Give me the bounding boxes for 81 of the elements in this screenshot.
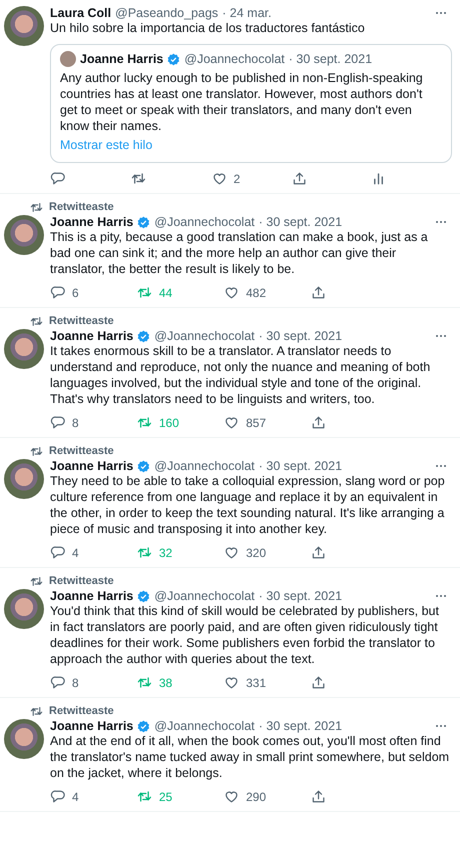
- author-handle[interactable]: @Joannechocolat: [154, 215, 255, 229]
- tweet-text: They need to be able to take a colloquial expression, slang word or pop culture reference from one language and replace it by an equivalent in the other, in order to keep the text sounding natural. It's like arranging a piece of music and transposing it into another key.: [50, 473, 446, 537]
- retweet-icon: [30, 314, 43, 328]
- like-button[interactable]: 482: [224, 283, 311, 302]
- tweet-date[interactable]: · 30 sept. 2021: [258, 215, 342, 229]
- retweet-icon: [137, 545, 152, 560]
- tweet-date[interactable]: · 30 sept. 2021: [258, 719, 342, 733]
- retweet-icon: [30, 200, 43, 214]
- avatar-photo: [60, 51, 76, 67]
- tweet-date[interactable]: · 30 sept. 2021: [258, 589, 342, 603]
- avatar-photo[interactable]: [4, 329, 44, 369]
- author-name[interactable]: Joanne Harris: [50, 329, 134, 343]
- quoted-tweet-card[interactable]: [50, 44, 452, 163]
- reply-icon: [50, 789, 65, 804]
- author-name[interactable]: Laura Coll: [50, 6, 112, 20]
- share-icon: [311, 415, 326, 430]
- share-icon: [311, 789, 326, 804]
- author-handle[interactable]: @Joannechocolat: [154, 589, 255, 603]
- retweet-icon: [30, 574, 43, 588]
- heart-icon: [212, 171, 226, 186]
- tweet-date[interactable]: · 30 sept. 2021: [258, 329, 342, 343]
- retweet-label: Retwitteaste: [49, 445, 114, 457]
- like-button[interactable]: 857: [224, 413, 311, 432]
- heart-icon: [224, 675, 239, 690]
- retweet-label: Retwitteaste: [49, 575, 114, 587]
- tweet-date[interactable]: · 24 mar.: [222, 6, 272, 20]
- retweet-label: Retwitteaste: [49, 315, 114, 327]
- tweet-date[interactable]: · 30 sept. 2021: [258, 459, 342, 473]
- tweet-text: This is a pity, because a good translation can make a book, just as a bad one can sink it; and the more help an author can give their translator, the better the result is likely to be.: [50, 229, 429, 277]
- retweet-icon: [30, 444, 43, 458]
- tweet-text: You'd think that this kind of skill would be celebrated by publishers, but in fact translators are poorly paid, and are often given ridiculously tight deadlines for their work. Some publishers even forbid the translator to approach the author with queries about the text.: [50, 603, 440, 667]
- retweet-label: Retwitteaste: [49, 201, 114, 213]
- author-name[interactable]: Joanne Harris: [50, 719, 134, 733]
- like-button[interactable]: 331: [224, 673, 311, 692]
- share-icon: [311, 285, 326, 300]
- share-icon: [311, 675, 326, 690]
- reply-icon: [50, 285, 65, 300]
- reply-icon: [50, 545, 65, 560]
- avatar-photo[interactable]: [4, 459, 44, 499]
- retweet-label: Retwitteaste: [49, 705, 114, 717]
- like-button[interactable]: 320: [224, 543, 311, 562]
- author-name[interactable]: Joanne Harris: [50, 459, 134, 473]
- reply-icon: [50, 675, 65, 690]
- reply-icon: [50, 171, 65, 186]
- avatar-photo[interactable]: [4, 719, 44, 759]
- heart-icon: [224, 789, 239, 804]
- reply-button[interactable]: 8: [50, 673, 137, 692]
- reply-icon: [50, 415, 65, 430]
- retweet-icon: [137, 675, 152, 690]
- author-handle[interactable]: @Joannechocolat: [184, 52, 285, 66]
- quoted-tweet-text: Any author lucky enough to be published in non-English-speaking countries has at least one translator. However, most authors don't get to meet or speak with their translators, and many don't even know their names.: [60, 70, 424, 134]
- reply-button[interactable]: 8: [50, 413, 137, 432]
- author-name[interactable]: Joanne Harris: [50, 215, 134, 229]
- author-name[interactable]: Joanne Harris: [50, 589, 134, 603]
- author-handle[interactable]: @Joannechocolat: [154, 329, 255, 343]
- author-handle[interactable]: @Joannechocolat: [154, 719, 255, 733]
- like-button[interactable]: 2: [212, 169, 292, 188]
- reply-button[interactable]: 4: [50, 787, 137, 806]
- retweet-icon: [137, 285, 152, 300]
- tweet-text: It takes enormous skill to be a translator. A translator needs to understand and reproduce, not only the nuance and meaning of both languages involved, but the individual style and tone of the original. That's why translators need to be linguists and writers, too.: [50, 343, 432, 407]
- retweet-icon: [137, 789, 152, 804]
- retweet-icon: [130, 171, 146, 186]
- author-handle[interactable]: @Paseando_pags: [115, 6, 218, 20]
- author-handle[interactable]: @Joannechocolat: [154, 459, 255, 473]
- tweet-text: And at the end of it all, when the book comes out, you'll most often find the translator's name tucked away in small print somewhere, but seldom on the jacket, where it belongs.: [50, 733, 450, 781]
- tweet-date[interactable]: · 30 sept. 2021: [288, 52, 372, 66]
- reply-button[interactable]: 4: [50, 543, 137, 562]
- avatar-photo[interactable]: [4, 6, 44, 46]
- author-name[interactable]: Joanne Harris: [80, 52, 164, 66]
- avatar-photo[interactable]: [4, 215, 44, 255]
- tweet-text: Un hilo sobre la importancia de los traductores fantástico: [50, 20, 366, 36]
- retweet-icon: [137, 415, 152, 430]
- avatar-photo[interactable]: [4, 589, 44, 629]
- retweet-icon: [30, 704, 43, 718]
- heart-icon: [224, 285, 239, 300]
- like-button[interactable]: 290: [224, 787, 311, 806]
- heart-icon: [224, 415, 239, 430]
- share-icon: [311, 545, 326, 560]
- share-icon: [292, 171, 308, 186]
- reply-button[interactable]: 6: [50, 283, 137, 302]
- heart-icon: [224, 545, 239, 560]
